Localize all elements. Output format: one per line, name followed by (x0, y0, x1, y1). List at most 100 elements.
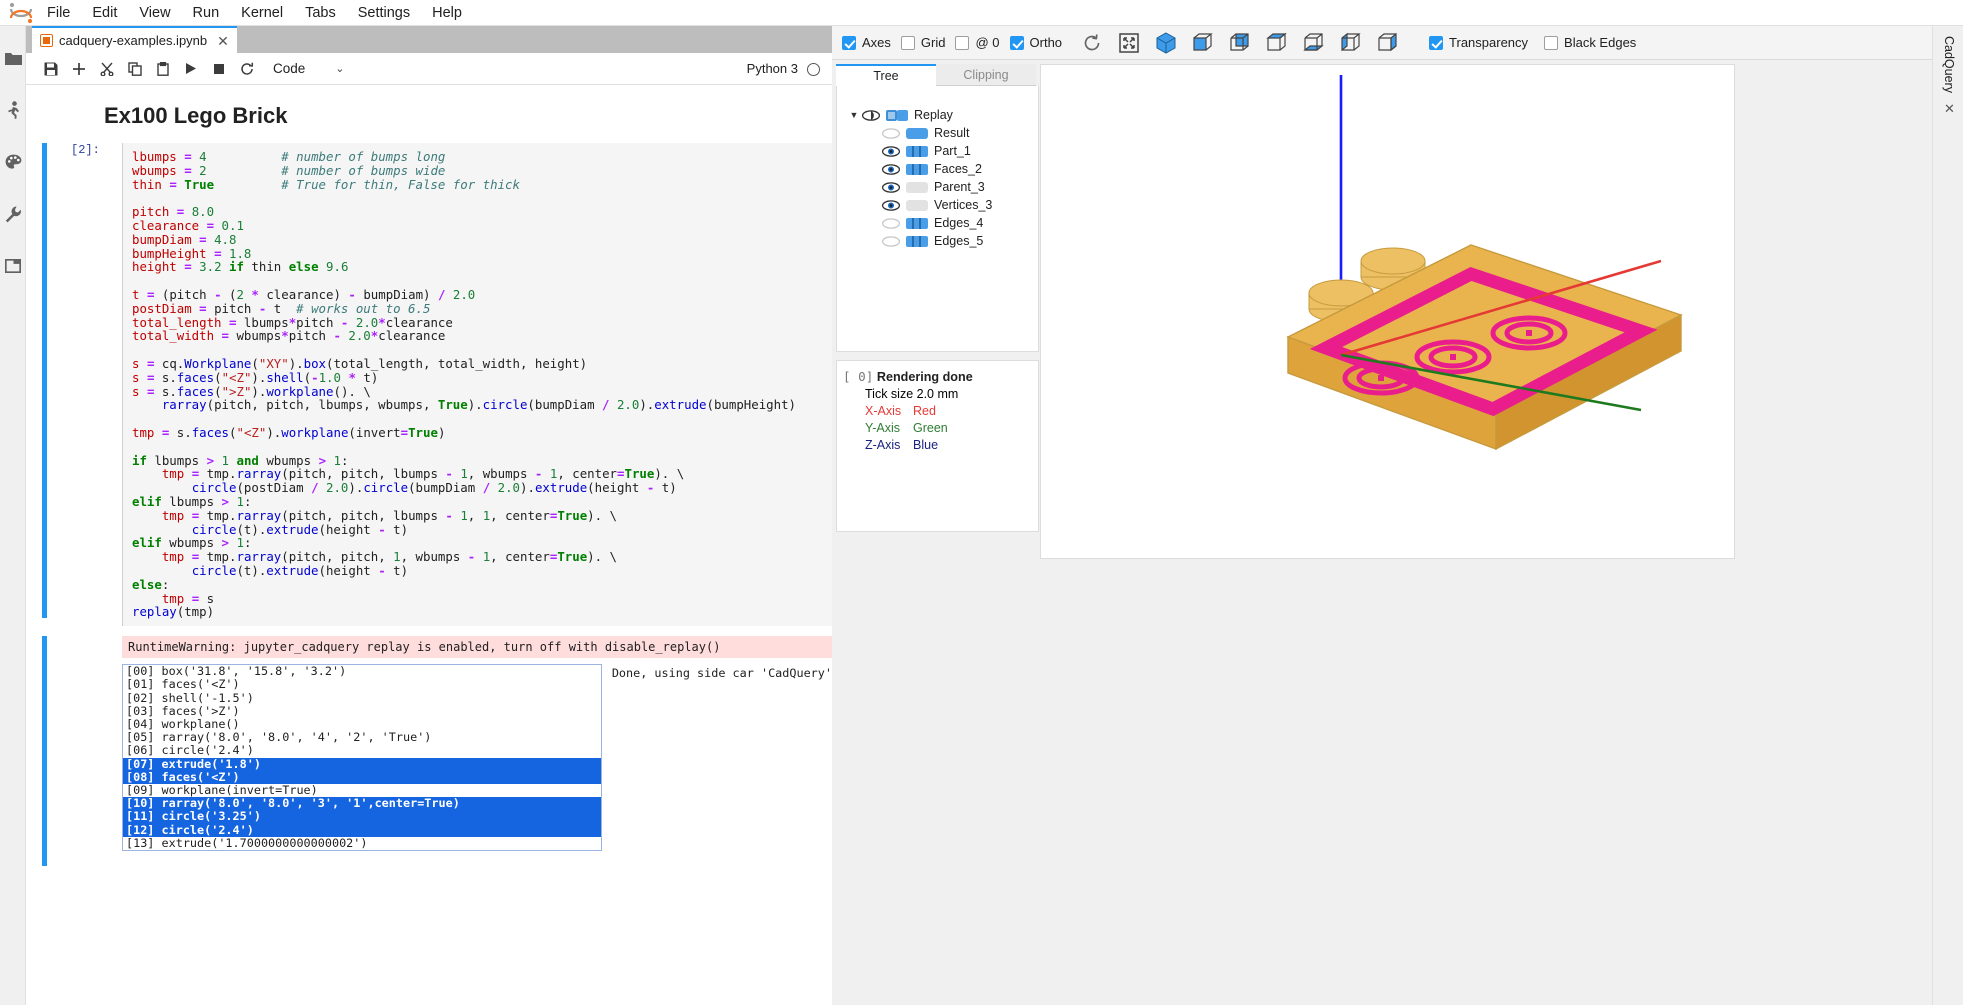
visibility-eye-icon[interactable] (861, 109, 881, 121)
mesh-toggle-icon[interactable] (906, 217, 928, 229)
object-tree[interactable]: ▼ Replay Result Part_1 Faces_2 Parent_3 Vertic… (836, 86, 1039, 352)
visibility-eye-icon[interactable] (881, 217, 901, 229)
palette-icon[interactable] (0, 136, 26, 188)
tab-tree[interactable]: Tree (836, 64, 936, 86)
checkbox-at-zero[interactable]: @ 0 (955, 35, 1000, 50)
replay-line[interactable]: [13] extrude('1.7000000000000002') (123, 836, 601, 850)
front-view-icon[interactable] (1187, 28, 1219, 57)
replay-line[interactable]: [03] faces('>Z') (123, 704, 601, 718)
menu-tabs[interactable]: Tabs (294, 0, 347, 26)
jupyter-logo-icon (6, 2, 36, 24)
code-editor[interactable]: lbumps = 4 # number of bumps long wbumps… (122, 143, 832, 627)
x-axis-row: X-Axis Red (865, 404, 1032, 418)
menu-view[interactable]: View (128, 0, 181, 26)
checkbox-axes-box[interactable] (842, 35, 856, 50)
status-index: [ 0] (843, 369, 874, 384)
replay-line[interactable]: [11] circle('3.25') (123, 810, 601, 824)
bottom-view-icon[interactable] (1298, 28, 1330, 57)
menu-settings[interactable]: Settings (347, 0, 421, 26)
left-view-icon[interactable] (1335, 28, 1367, 57)
visibility-eye-icon[interactable] (881, 145, 901, 157)
iso-view-icon[interactable] (1150, 28, 1182, 57)
running-icon[interactable] (0, 84, 26, 136)
z-axis-label: Z-Axis (865, 438, 901, 452)
sidecar-close-icon[interactable]: ✕ (1944, 101, 1963, 117)
tree-node[interactable]: Parent_3 (837, 178, 1038, 196)
save-button[interactable] (38, 56, 63, 82)
tree-node[interactable]: ▼ Replay (837, 106, 1038, 124)
tree-node[interactable]: Part_1 (837, 142, 1038, 160)
replay-line[interactable]: [12] circle('2.4') (123, 823, 601, 837)
replay-line[interactable]: [08] faces('<Z') (123, 770, 601, 784)
chevron-down-icon[interactable]: ⌄ (335, 62, 344, 75)
checkbox-grid[interactable]: Grid (900, 35, 945, 50)
status-message: Rendering done (876, 370, 973, 384)
top-view-icon[interactable] (1261, 28, 1293, 57)
fit-view-icon[interactable] (1113, 28, 1145, 57)
menu-run[interactable]: Run (182, 0, 231, 26)
replay-line[interactable]: [01] faces('<Z') (123, 678, 601, 691)
folder-icon[interactable] (0, 32, 26, 84)
replay-line[interactable]: [07] extrude('1.8') (123, 757, 601, 771)
mesh-toggle-icon[interactable] (906, 127, 928, 139)
menu-file[interactable]: File (36, 0, 81, 26)
visibility-eye-icon[interactable] (881, 127, 901, 139)
checkbox-grid-box[interactable] (900, 35, 915, 50)
add-cell-button[interactable] (66, 56, 91, 82)
replay-line[interactable]: [02] shell('-1.5') (123, 691, 601, 705)
sidecar-label[interactable]: CadQuery (1942, 36, 1956, 93)
mesh-toggle-icon[interactable] (906, 235, 928, 247)
viewer-toolbar: Axes Grid @ 0 Ortho Transparency Black E… (832, 26, 1932, 60)
x-axis-color-name: Red (913, 404, 936, 418)
checkbox-transparency[interactable]: Transparency (1429, 35, 1528, 50)
mesh-toggle-icon[interactable] (906, 163, 928, 175)
rear-view-icon[interactable] (1224, 28, 1256, 57)
checkbox-black-edges[interactable]: Black Edges (1544, 35, 1636, 50)
checkbox-ortho-box[interactable] (1009, 35, 1024, 50)
output-cell[interactable]: RuntimeWarning: jupyter_cadquery replay … (26, 636, 832, 867)
right-view-icon[interactable] (1372, 28, 1404, 57)
tree-caret-icon[interactable]: ▼ (847, 110, 861, 120)
menu-edit[interactable]: Edit (81, 0, 128, 26)
close-icon[interactable]: ✕ (217, 34, 229, 48)
reset-view-icon[interactable] (1076, 28, 1108, 57)
tree-node[interactable]: Edges_4 (837, 214, 1038, 232)
replay-line[interactable]: [06] circle('2.4') (123, 744, 601, 757)
restart-kernel-button[interactable] (234, 56, 259, 82)
menu-kernel[interactable]: Kernel (230, 0, 294, 26)
checkbox-ortho[interactable]: Ortho (1009, 35, 1062, 50)
copy-cell-button[interactable] (122, 56, 147, 82)
replay-list[interactable]: [00] box('31.8', '15.8', '3.2') [01] face… (122, 664, 602, 851)
checkbox-at-zero-box[interactable] (955, 35, 970, 50)
visibility-eye-icon[interactable] (881, 235, 901, 247)
checkbox-black-edges-box[interactable] (1544, 35, 1559, 50)
cell-type-select[interactable]: Code (273, 61, 305, 76)
3d-viewport[interactable] (1040, 64, 1735, 559)
paste-cell-button[interactable] (150, 56, 175, 82)
checkbox-transparency-box[interactable] (1429, 35, 1444, 50)
open-tabs-icon[interactable] (0, 240, 26, 292)
menu-help[interactable]: Help (421, 0, 473, 26)
stop-kernel-button[interactable] (206, 56, 231, 82)
mesh-toggle-icon[interactable] (906, 199, 928, 211)
notebook-tab[interactable]: cadquery-examples.ipynb ✕ (32, 26, 237, 53)
code-cell[interactable]: [2]: lbumps = 4 # number of bumps long w… (26, 143, 832, 627)
tree-node[interactable]: Vertices_3 (837, 196, 1038, 214)
run-cell-button[interactable] (178, 56, 203, 82)
mesh-toggle-icon[interactable] (906, 145, 928, 157)
mesh-toggle-icon[interactable] (886, 109, 908, 121)
visibility-eye-icon[interactable] (881, 199, 901, 211)
viewer-left-column: Tree Clipping ▼ Replay Result Part_1 Faces_2… (836, 64, 1039, 564)
notebook-scroll-area[interactable]: Ex100 Lego Brick [2]: lbumps = 4 # numbe… (26, 85, 832, 1005)
mesh-toggle-icon[interactable] (906, 181, 928, 193)
visibility-eye-icon[interactable] (881, 163, 901, 175)
wrench-icon[interactable] (0, 188, 26, 240)
visibility-eye-icon[interactable] (881, 181, 901, 193)
tree-node[interactable]: Result (837, 124, 1038, 142)
cut-cell-button[interactable] (94, 56, 119, 82)
checkbox-axes[interactable]: Axes (842, 35, 891, 50)
tree-node[interactable]: Faces_2 (837, 160, 1038, 178)
tree-node[interactable]: Edges_5 (837, 232, 1038, 250)
tab-clipping[interactable]: Clipping (936, 64, 1036, 86)
kernel-name-label[interactable]: Python 3 (747, 61, 798, 76)
